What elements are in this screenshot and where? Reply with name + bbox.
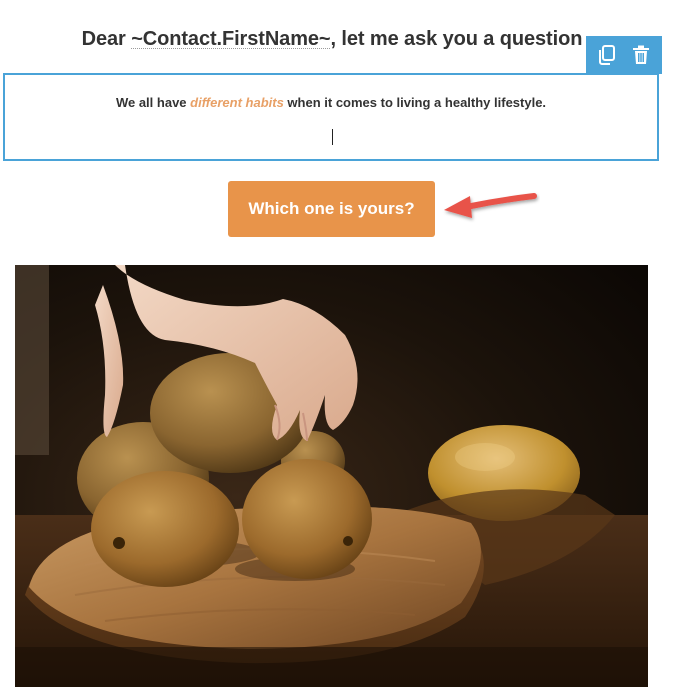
annotation-arrow-icon xyxy=(444,193,537,218)
text-cursor xyxy=(332,129,333,145)
cta-button[interactable]: Which one is yours? xyxy=(228,181,435,237)
email-heading: Dear ~Contact.FirstName~, let me ask you… xyxy=(0,28,664,51)
duplicate-button[interactable] xyxy=(594,42,620,68)
merge-tag-firstname: ~Contact.FirstName~ xyxy=(131,28,331,50)
editor-text-before: We all have xyxy=(115,95,191,110)
heading-suffix: , let me ask you a question xyxy=(330,28,583,50)
block-toolbar xyxy=(586,36,662,74)
copy-icon xyxy=(599,45,615,65)
kiwi-image xyxy=(15,265,648,687)
trash-icon xyxy=(633,45,649,64)
heading-prefix: Dear xyxy=(81,28,132,50)
editor-paragraph: We all have different habits when it com… xyxy=(5,95,657,110)
kiwi-photo xyxy=(15,265,648,687)
delete-button[interactable] xyxy=(628,42,654,68)
text-editor-block[interactable]: We all have different habits when it com… xyxy=(3,73,659,161)
editor-text-after: when it comes to living a healthy lifest… xyxy=(283,95,547,110)
editor-text-highlight: different habits xyxy=(190,95,284,110)
